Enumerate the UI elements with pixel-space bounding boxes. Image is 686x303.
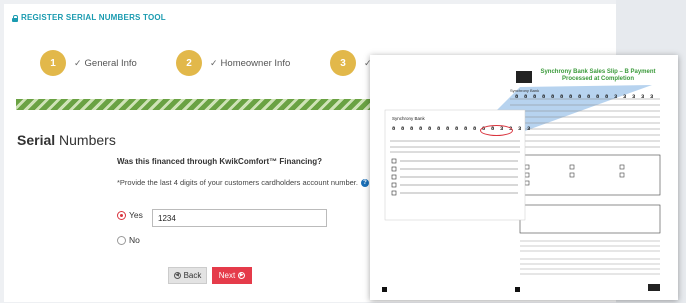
next-arrow-icon: ▶ [238, 272, 246, 279]
last-four-highlight [480, 125, 513, 136]
step-number: 2 [176, 50, 202, 76]
section-title-rest: Numbers [55, 132, 116, 148]
step-general-info[interactable]: 1 ✓ General Info [40, 50, 137, 76]
page-title-text: REGISTER SERIAL NUMBERS TOOL [21, 13, 166, 22]
radio-button[interactable] [117, 235, 126, 245]
back-button[interactable]: ◀ Back [168, 267, 207, 284]
last-four-digits-value: 1234 [158, 213, 176, 223]
step-homeowner-info[interactable]: 2 ✓ Homeowner Info [176, 50, 290, 76]
help-icon[interactable]: ? [360, 178, 369, 187]
back-button-label: Back [183, 271, 202, 280]
page-title: REGISTER SERIAL NUMBERS TOOL [12, 13, 166, 22]
slip-account-digits-top: 8 8 8 8 8 8 8 8 8 8 8 3 3 3 3 3 [515, 93, 655, 100]
radio-yes[interactable]: Yes [117, 210, 143, 220]
last-four-digits-input[interactable]: 1234 [152, 209, 327, 227]
check-icon: ✓ [74, 57, 82, 68]
sales-slip-image: Synchrony Bank Sales Slip – B Payment Pr… [370, 55, 678, 300]
radio-button-selected[interactable] [117, 210, 126, 220]
instruction-text: *Provide the last 4 digits of your custo… [117, 178, 369, 187]
financing-question: Was this financed through KwikComfort™ F… [117, 157, 323, 166]
section-title-bold: Serial [17, 132, 56, 148]
step-serial-numbers[interactable]: 3 ✓ [330, 50, 375, 76]
slip-logo [516, 71, 532, 83]
step-label: General Info [84, 57, 137, 69]
instruction-label: *Provide the last 4 digits of your custo… [117, 178, 358, 187]
next-button[interactable]: Next ▶ [212, 267, 252, 284]
next-button-label: Next [218, 271, 236, 280]
radio-no-label: No [129, 235, 140, 245]
section-title: Serial Numbers [17, 132, 116, 148]
step-number: 3 [330, 50, 356, 76]
lock-icon [12, 14, 18, 22]
slip-bank-name-left: Synchrony Bank [392, 116, 425, 121]
check-icon: ✓ [210, 57, 218, 68]
back-arrow-icon: ◀ [173, 272, 181, 279]
step-number: 1 [40, 50, 66, 76]
slip-footer-logo [648, 284, 660, 291]
slip-title: Synchrony Bank Sales Slip – B Payment Pr… [540, 69, 656, 82]
step-label: Homeowner Info [220, 57, 291, 69]
radio-no[interactable]: No [117, 235, 140, 245]
radio-yes-label: Yes [129, 210, 143, 220]
